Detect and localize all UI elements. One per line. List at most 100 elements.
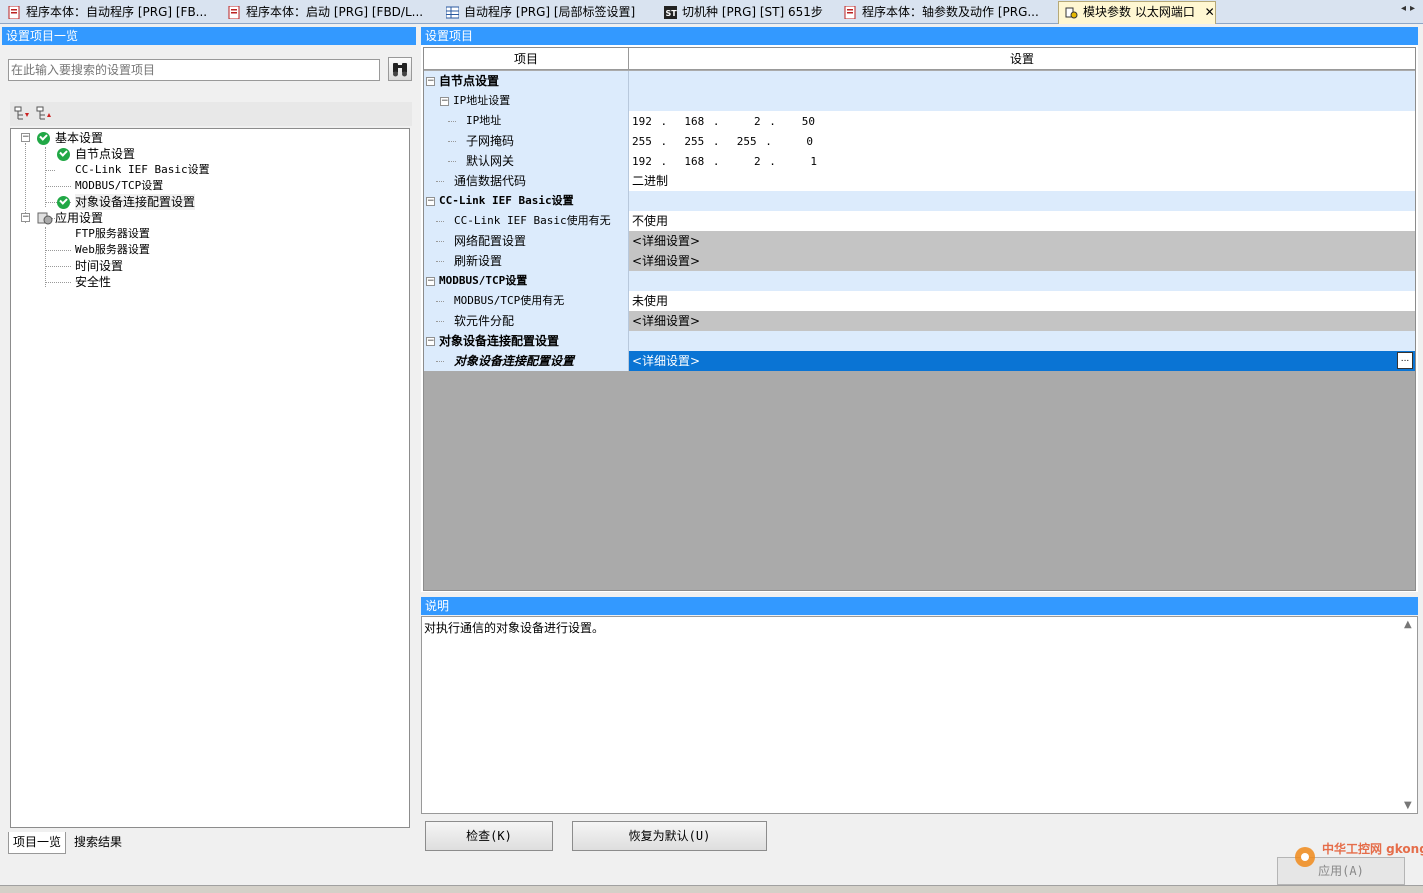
close-icon[interactable]: ✕: [1205, 5, 1215, 19]
settings-row-value[interactable]: [629, 91, 1415, 111]
settings-row[interactable]: 软元件分配 <详细设置>: [424, 311, 1415, 331]
tree-connector: [45, 170, 55, 171]
module-param-icon: [1065, 7, 1078, 19]
settings-row[interactable]: 默认网关 192 . 168 . 2 . 1: [424, 151, 1415, 171]
tree-item-basic-settings[interactable]: 基本设置: [55, 130, 103, 146]
settings-row-value[interactable]: [629, 331, 1415, 351]
collapse-icon[interactable]: −: [426, 77, 435, 86]
settings-row-value[interactable]: 192 . 168 . 2 . 1: [629, 151, 1415, 171]
settings-row-value[interactable]: [629, 71, 1415, 91]
settings-row-value[interactable]: <详细设置>: [629, 251, 1415, 271]
settings-row[interactable]: MODBUS/TCP使用有无 未使用: [424, 291, 1415, 311]
settings-row-key: − IP地址设置: [424, 91, 629, 111]
tree-item-modbus-tcp[interactable]: MODBUS/TCP设置: [75, 178, 163, 194]
tab-search-results[interactable]: 搜索结果: [70, 832, 126, 854]
collapse-icon[interactable]: −: [426, 277, 435, 286]
collapse-icon[interactable]: −: [426, 337, 435, 346]
collapse-icon[interactable]: −: [21, 213, 30, 222]
tree-item-time-settings[interactable]: 时间设置: [75, 258, 123, 274]
tab-axis-params[interactable]: 程序本体：轴参数及动作 [PRG...: [838, 2, 1052, 23]
tree-item-security[interactable]: 安全性: [75, 274, 111, 290]
tab-label: 模块参数 以太网端口: [1083, 5, 1195, 19]
collapse-all-icon[interactable]: [36, 106, 52, 122]
watermark-text: 中华工控网 gkong.com: [1322, 842, 1423, 856]
settings-row-key: 对象设备连接配置设置: [424, 351, 629, 371]
tab-scroll-arrows[interactable]: ◂▸: [1401, 3, 1419, 14]
tree-item-target-device-connection[interactable]: 对象设备连接配置设置: [75, 194, 196, 210]
settings-row[interactable]: − MODBUS/TCP设置: [424, 271, 1415, 291]
scroll-up-icon[interactable]: ▲: [1404, 619, 1412, 630]
label-table-icon: [446, 6, 459, 19]
settings-row-label: 通信数据代码: [454, 174, 527, 188]
tab-auto-program[interactable]: 程序本体：自动程序 [PRG] [FB...: [2, 2, 216, 23]
settings-row[interactable]: − 对象设备连接配置设置: [424, 331, 1415, 351]
settings-row[interactable]: 网络配置设置 <详细设置>: [424, 231, 1415, 251]
settings-row[interactable]: CC-Link IEF Basic使用有无 不使用: [424, 211, 1415, 231]
settings-row[interactable]: IP地址 192 . 168 . 2 . 50: [424, 111, 1415, 131]
settings-row-label: CC-Link IEF Basic设置: [439, 194, 574, 207]
search-input[interactable]: [8, 59, 380, 81]
collapse-icon[interactable]: −: [440, 97, 449, 106]
settings-row-value[interactable]: <详细设置>: [629, 231, 1415, 251]
settings-row[interactable]: − CC-Link IEF Basic设置: [424, 191, 1415, 211]
settings-row-label: 对象设备连接配置设置: [454, 354, 575, 368]
tree-item-web-server[interactable]: Web服务器设置: [75, 242, 150, 258]
description-text: 对执行通信的对象设备进行设置。: [424, 621, 605, 635]
detail-ellipsis-button[interactable]: ...: [1397, 352, 1413, 369]
tab-item-list[interactable]: 项目一览: [8, 832, 67, 854]
settings-row-value[interactable]: [629, 191, 1415, 211]
tab-switch-model[interactable]: ST 切机种 [PRG] [ST] 651步: [658, 2, 834, 23]
tree-item-cclink-ief-basic[interactable]: CC-Link IEF Basic设置: [75, 162, 210, 178]
expand-all-icon[interactable]: [14, 106, 30, 122]
settings-row-value[interactable]: 二进制: [629, 171, 1415, 191]
settings-row-value[interactable]: [629, 271, 1415, 291]
settings-row-value-text: 不使用: [632, 214, 669, 228]
tab-local-labels[interactable]: 自动程序 [PRG] [局部标签设置]: [440, 2, 652, 23]
settings-row-key: − 对象设备连接配置设置: [424, 331, 629, 351]
status-bar: [0, 885, 1423, 893]
settings-row-key: CC-Link IEF Basic使用有无: [424, 211, 629, 231]
tree-connector: [436, 181, 444, 182]
collapse-icon[interactable]: −: [21, 133, 30, 142]
program-icon: [844, 6, 856, 19]
settings-row-value[interactable]: 255 . 255 . 255 . 0: [629, 131, 1415, 151]
st-icon: ST: [664, 6, 677, 19]
settings-row[interactable]: 对象设备连接配置设置 <详细设置>...: [424, 351, 1415, 371]
settings-row-value[interactable]: 未使用: [629, 291, 1415, 311]
tree-item-own-node[interactable]: 自节点设置: [75, 146, 135, 162]
scroll-down-icon[interactable]: ▼: [1404, 800, 1412, 811]
tree-item-application-settings[interactable]: 应用设置: [55, 210, 103, 226]
settings-row[interactable]: 刷新设置 <详细设置>: [424, 251, 1415, 271]
settings-row-value-text: 255 . 255 . 255 . 0: [632, 135, 813, 148]
settings-row-key: − 自节点设置: [424, 71, 629, 91]
tab-startup[interactable]: 程序本体：启动 [PRG] [FBD/L...: [222, 2, 432, 23]
tree-connector: [45, 250, 71, 251]
settings-row-value-text: <详细设置>: [632, 234, 701, 248]
tree-connector: [45, 186, 71, 187]
settings-row-value[interactable]: <详细设置>...: [629, 351, 1415, 371]
vertical-scrollbar[interactable]: ▲ ▼: [1401, 617, 1417, 813]
restore-default-button[interactable]: 恢复为默认(U): [572, 821, 767, 851]
check-button[interactable]: 检查(K): [425, 821, 553, 851]
program-icon: [8, 6, 20, 19]
description-text-area: 对执行通信的对象设备进行设置。 ▲ ▼: [421, 616, 1418, 814]
settings-tree: − 基本设置 自节点设置 CC-Link IEF Basic设置 MODBUS/…: [10, 128, 410, 828]
check-icon: [57, 196, 70, 209]
settings-row[interactable]: 通信数据代码 二进制: [424, 171, 1415, 191]
settings-row-value-text: <详细设置>: [632, 314, 701, 328]
settings-row[interactable]: 子网掩码 255 . 255 . 255 . 0: [424, 131, 1415, 151]
tree-item-ftp-server[interactable]: FTP服务器设置: [75, 226, 150, 242]
tab-label: 程序本体：启动 [PRG] [FBD/L...: [246, 5, 424, 19]
app-settings-icon: [37, 212, 53, 225]
settings-row-value[interactable]: 192 . 168 . 2 . 50: [629, 111, 1415, 131]
search-button[interactable]: [388, 57, 412, 81]
tree-connector: [436, 321, 444, 322]
settings-row[interactable]: − 自节点设置: [424, 71, 1415, 91]
settings-row-value[interactable]: 不使用: [629, 211, 1415, 231]
settings-row-value[interactable]: <详细设置>: [629, 311, 1415, 331]
collapse-icon[interactable]: −: [426, 197, 435, 206]
settings-row[interactable]: − IP地址设置: [424, 91, 1415, 111]
settings-row-label: 网络配置设置: [454, 234, 527, 248]
tab-module-params[interactable]: 模块参数 以太网端口 ✕: [1058, 1, 1216, 24]
program-icon: [228, 6, 240, 19]
